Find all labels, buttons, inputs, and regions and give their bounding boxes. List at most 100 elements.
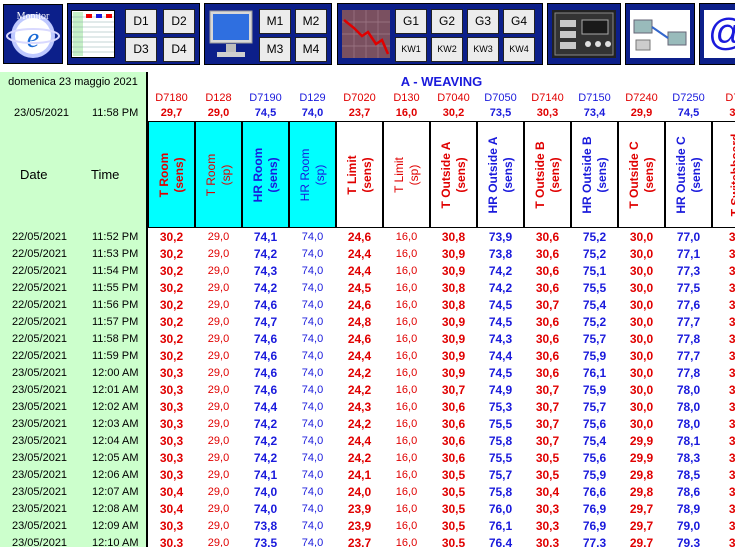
sensor-value-cell: 24,4: [347, 349, 372, 363]
sensor-label-cell[interactable]: T Room (sens): [148, 121, 195, 228]
sensor-value-cell: 33: [728, 281, 735, 295]
sensor-value-cell: 33: [728, 519, 735, 533]
sensor-value-cell: 29,0: [207, 316, 230, 328]
sensor-value-cell: 78,6: [676, 485, 701, 499]
sensor-label-cell[interactable]: T Outside B (sens): [524, 121, 571, 228]
d4-button[interactable]: D4: [163, 37, 195, 62]
row-time: 11:58 PM: [92, 333, 139, 345]
toolbar-group-g: G1 G2 G3 G4 KW1 KW2 KW3 KW4: [337, 3, 543, 65]
network-icon: [633, 19, 687, 51]
sensor-code: D70: [725, 92, 735, 104]
sensor-value-cell: 78,0: [676, 383, 701, 397]
sensor-column: D7050 73,5 HR Outside A (sens) 73,9 73,8 74,2…: [477, 72, 524, 547]
sensor-label-cell[interactable]: T Limit (sens): [336, 121, 383, 228]
kw4-button[interactable]: KW4: [503, 37, 535, 62]
timestamp-row: 23/05/2021 12:07 AM: [0, 484, 146, 501]
sensor-label-cell[interactable]: T Switchboard: [712, 121, 735, 228]
sensor-value-cell: 75,1: [582, 264, 607, 278]
sensor-value-cell: 75,5: [488, 451, 513, 465]
sensor-value-cell: 74,0: [301, 435, 324, 447]
m1-button[interactable]: M1: [259, 9, 291, 34]
monitor-logo[interactable]: e Monitor: [3, 4, 63, 64]
timestamp-row: 22/05/2021 11:53 PM: [0, 246, 146, 263]
g3-button[interactable]: G3: [467, 9, 499, 34]
sensor-value-cell: 29,0: [207, 367, 230, 379]
sensor-value-cell: 30,0: [629, 366, 654, 380]
sensor-value-cell: 33: [728, 298, 735, 312]
sensor-value-cell: 16,0: [395, 486, 418, 498]
sensor-value-cell: 74,6: [253, 366, 278, 380]
control-panel-thumbnail[interactable]: [552, 10, 616, 58]
sensor-code: D129: [299, 92, 326, 104]
control-panel-icon: [554, 12, 614, 56]
sensor-value-cell: 74,5: [488, 298, 513, 312]
sensor-value-cell: 30,4: [159, 485, 184, 499]
sensor-value-cell: 75,9: [582, 349, 607, 363]
sensor-values: 33 33 33 33 33 33 33 33 33 33 33 33 33 33 33 33 33 33 33: [712, 229, 735, 547]
sensor-label-cell[interactable]: T Limit (sp): [383, 121, 430, 228]
toolbar-group-m: M1 M2 M3 M4: [204, 3, 332, 65]
sensor-value-cell: 33: [728, 536, 735, 547]
sensor-value-cell: 33: [728, 485, 735, 499]
m2-button[interactable]: M2: [295, 9, 327, 34]
sensor-label-cell[interactable]: T Outside A (sens): [430, 121, 477, 228]
sensor-label-cell[interactable]: T Outside C (sens): [618, 121, 665, 228]
d1-button[interactable]: D1: [125, 9, 157, 34]
sensor-value-cell: 16,0: [395, 231, 418, 243]
sensor-value-cell: 77,3: [676, 264, 701, 278]
d3-button[interactable]: D3: [125, 37, 157, 62]
network-thumbnail[interactable]: [630, 10, 690, 58]
sensor-column: D7032T Switchboard 333333333333333333333…: [712, 72, 735, 547]
sensor-label-cell[interactable]: HR Room (sp): [289, 121, 336, 228]
monitor-screen-thumbnail[interactable]: [209, 8, 253, 62]
sensor-value-cell: 33: [728, 468, 735, 482]
g4-button[interactable]: G4: [503, 9, 535, 34]
sensor-label-cell[interactable]: HR Outside B (sens): [571, 121, 618, 228]
sensor-label-cell[interactable]: HR Outside C (sens): [665, 121, 712, 228]
sensor-value-cell: 74,6: [253, 332, 278, 346]
sensor-value-cell: 77,8: [676, 332, 701, 346]
sensor-value-cell: 30,6: [535, 366, 560, 380]
sensor-label-cell[interactable]: HR Outside A (sens): [477, 121, 524, 228]
sensor-value-cell: 74,6: [253, 298, 278, 312]
kw1-button[interactable]: KW1: [395, 37, 427, 62]
m3-button[interactable]: M3: [259, 37, 291, 62]
sensor-value-cell: 77,8: [676, 366, 701, 380]
sensor-value-cell: 74,6: [253, 383, 278, 397]
sensor-label-cell[interactable]: T Room (sp): [195, 121, 242, 228]
sensor-value-cell: 30,5: [441, 536, 466, 547]
sensor-value-cell: 74,2: [253, 451, 278, 465]
sensor-value-cell: 74,0: [301, 401, 324, 413]
spreadsheet-thumbnail[interactable]: [71, 10, 115, 58]
sensor-value-cell: 23,9: [347, 502, 372, 516]
row-time: 12:08 AM: [92, 503, 139, 515]
d2-button[interactable]: D2: [163, 9, 195, 34]
email-button[interactable]: @: [704, 10, 735, 58]
sensor-value-cell: 78,0: [676, 400, 701, 414]
left-pane: domenica 23 maggio 2021 23/05/2021 11:58…: [0, 72, 146, 547]
sensor-value-cell: 74,3: [488, 332, 513, 346]
m4-button[interactable]: M4: [295, 37, 327, 62]
sensor-value-cell: 30,0: [629, 383, 654, 397]
sensor-value-cell: 77,0: [676, 230, 701, 244]
sensor-value-cell: 74,0: [301, 367, 324, 379]
g1-button[interactable]: G1: [395, 9, 427, 34]
spreadsheet-icon: [72, 12, 114, 56]
g2-button[interactable]: G2: [431, 9, 463, 34]
sensor-value-cell: 30,3: [159, 400, 184, 414]
sensor-label: HR Room (sens): [250, 147, 280, 202]
sensor-value-cell: 74,0: [301, 520, 324, 532]
kw2-button[interactable]: KW2: [431, 37, 463, 62]
graph-thumbnail[interactable]: [342, 10, 390, 58]
row-date: 23/05/2021: [12, 384, 68, 396]
sensor-label-cell[interactable]: HR Room (sens): [242, 121, 289, 228]
sensor-column: D7190 74,5 HR Room (sens) 74,1 74,2 74,3 74,2 7…: [242, 72, 289, 547]
sensor-column: D7180 29,7 T Room (sens) 30,2 30,2 30,2 30,2 30…: [148, 72, 195, 547]
row-time: 12:02 AM: [92, 401, 139, 413]
sensor-value-cell: 33: [728, 247, 735, 261]
kw3-button[interactable]: KW3: [467, 37, 499, 62]
sensor-value-cell: 16,0: [395, 452, 418, 464]
sensor-value-cell: 74,0: [301, 384, 324, 396]
timestamp-row: 22/05/2021 11:57 PM: [0, 314, 146, 331]
sensor-value-cell: 24,0: [347, 485, 372, 499]
